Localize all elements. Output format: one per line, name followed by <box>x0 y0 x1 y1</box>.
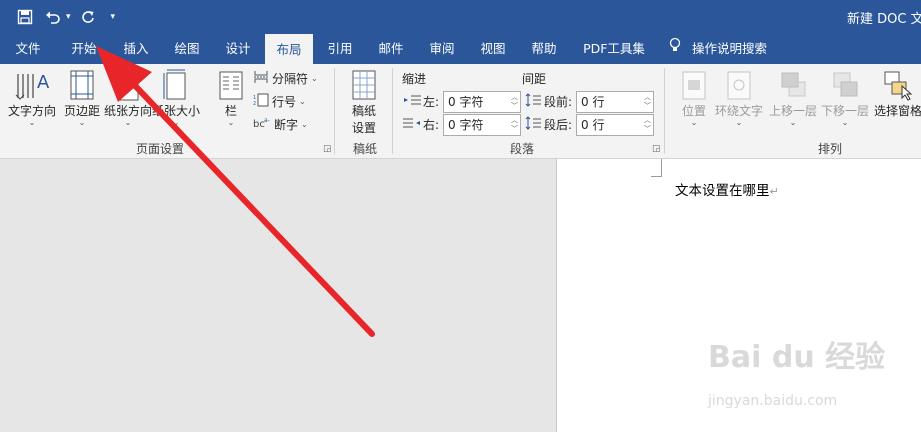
selection-pane-icon <box>882 68 914 102</box>
title-bar: ▾ ▾ 新建 DOC 文 <box>0 0 921 34</box>
tab-design[interactable]: 设计 <box>216 34 260 64</box>
wrap-text-button[interactable]: 环绕文字 ⌄ <box>715 68 763 127</box>
spacing-after-icon <box>525 116 541 133</box>
tell-me-label: 操作说明搜索 <box>692 41 768 56</box>
size-button[interactable]: 纸张大小 ⌄ <box>152 68 200 127</box>
spacing-after-input[interactable]: 0 行 ︿ ﹀ <box>576 114 654 136</box>
indent-left-input[interactable]: 0 字符 ︿ ﹀ <box>443 91 521 113</box>
bring-forward-icon <box>777 68 809 102</box>
baidu-jingyan-watermark-logo: Bai du 经验 <box>708 340 886 375</box>
customize-icon[interactable]: ▾ <box>111 12 116 22</box>
margin-corner-mark <box>651 159 662 177</box>
svg-text:A: A <box>37 72 50 93</box>
position-icon <box>680 68 708 102</box>
redo-icon[interactable] <box>77 7 99 27</box>
tab-references[interactable]: 引用 <box>318 34 362 64</box>
spacing-after-label: 段后: <box>544 118 573 132</box>
indent-left-label: 左: <box>423 95 440 109</box>
indent-left-icon <box>403 95 421 110</box>
indent-heading: 缩进 <box>402 72 427 86</box>
baidu-jingyan-watermark-url: jingyan.baidu.com <box>708 393 838 409</box>
wrap-text-icon <box>725 68 753 102</box>
hyphenation-button[interactable]: bc a- 断字 ⌄ <box>253 116 308 133</box>
margins-icon <box>67 68 97 102</box>
tell-me-search[interactable]: 操作说明搜索 <box>668 34 767 64</box>
margins-button[interactable]: 页边距 ⌄ <box>64 68 100 127</box>
spacing-before-icon <box>525 93 541 110</box>
spacing-before-label: 段前: <box>544 95 573 109</box>
hyphenation-icon: bc a- <box>253 116 271 133</box>
send-backward-button[interactable]: 下移一层 ⌄ <box>821 68 869 127</box>
undo-icon[interactable] <box>42 7 64 27</box>
columns-icon <box>218 68 244 102</box>
orientation-icon <box>108 68 148 102</box>
paragraph-launcher-icon[interactable]: ◲ <box>652 144 661 154</box>
manuscript-settings-button[interactable]: 稿纸 设置 <box>350 68 378 136</box>
save-icon[interactable] <box>14 7 36 27</box>
undo-dropdown-icon[interactable]: ▾ <box>66 12 71 22</box>
document-body-text[interactable]: 文本设置在哪里↵ <box>675 179 779 199</box>
indent-right-icon <box>403 118 421 133</box>
indent-right-stepper-icon[interactable]: ︿ ﹀ <box>511 116 518 134</box>
page-size-icon <box>159 68 193 102</box>
paragraph-group-label: 段落 <box>510 142 535 156</box>
page-setup-group-label: 页面设置 <box>136 142 185 156</box>
manuscript-group-label: 稿纸 <box>353 142 378 156</box>
ribbon-tabs: 文件 开始 插入 绘图 设计 布局 引用 邮件 审阅 视图 帮助 PDF工具集 … <box>0 34 921 64</box>
selection-pane-button[interactable]: 选择窗格 <box>874 68 921 119</box>
arrange-group-label: 排列 <box>818 142 843 156</box>
tab-draw[interactable]: 绘图 <box>165 34 209 64</box>
spacing-heading: 间距 <box>522 72 547 86</box>
tab-review[interactable]: 审阅 <box>420 34 464 64</box>
text-direction-button[interactable]: A 文字方向 ⌄ <box>8 68 56 127</box>
tab-pdf-tools[interactable]: PDF工具集 <box>578 34 650 64</box>
tab-mailings[interactable]: 邮件 <box>369 34 413 64</box>
breaks-icon <box>253 70 269 87</box>
lightbulb-icon <box>668 34 682 64</box>
tab-file[interactable]: 文件 <box>6 34 50 64</box>
columns-button[interactable]: 栏 ⌄ <box>218 68 244 127</box>
breaks-button[interactable]: 分隔符 ⌄ <box>253 70 318 87</box>
indent-right-input[interactable]: 0 字符 ︿ ﹀ <box>443 114 521 136</box>
spacing-before-input[interactable]: 0 行 ︿ ﹀ <box>576 91 654 113</box>
spacing-before-stepper-icon[interactable]: ︿ ﹀ <box>644 93 651 111</box>
tab-help[interactable]: 帮助 <box>522 34 566 64</box>
manuscript-icon <box>350 68 378 102</box>
orientation-button[interactable]: 纸张方向 ⌄ <box>104 68 152 127</box>
tab-home[interactable]: 开始 <box>62 34 106 64</box>
indent-left-stepper-icon[interactable]: ︿ ﹀ <box>511 93 518 111</box>
tab-view[interactable]: 视图 <box>471 34 515 64</box>
indent-right-label: 右: <box>423 118 440 132</box>
quick-access-toolbar: ▾ ▾ <box>14 7 115 27</box>
tab-insert[interactable]: 插入 <box>114 34 158 64</box>
line-numbers-icon: 12 <box>253 93 269 110</box>
line-numbers-button[interactable]: 12 行号 ⌄ <box>253 93 306 110</box>
document-canvas[interactable]: 文本设置在哪里↵ <box>0 159 921 432</box>
svg-text:2: 2 <box>253 101 256 107</box>
document-page[interactable]: 文本设置在哪里↵ <box>556 159 921 432</box>
bring-forward-button[interactable]: 上移一层 ⌄ <box>769 68 817 127</box>
document-title: 新建 DOC 文 <box>847 12 921 27</box>
svg-text:a-: a- <box>264 117 270 124</box>
position-button[interactable]: 位置 ⌄ <box>680 68 708 127</box>
tab-layout[interactable]: 布局 <box>265 34 313 64</box>
send-backward-icon <box>829 68 861 102</box>
text-direction-icon: A <box>12 68 52 102</box>
paragraph-mark-icon: ↵ <box>769 185 779 198</box>
ribbon-layout: A 文字方向 ⌄ 页边距 ⌄ 纸张方向 ⌄ 纸张大小 ⌄ 栏 ⌄ 分隔符 ⌄ 1… <box>0 64 921 159</box>
spacing-after-stepper-icon[interactable]: ︿ ﹀ <box>644 116 651 134</box>
page-setup-launcher-icon[interactable]: ◲ <box>323 144 332 154</box>
